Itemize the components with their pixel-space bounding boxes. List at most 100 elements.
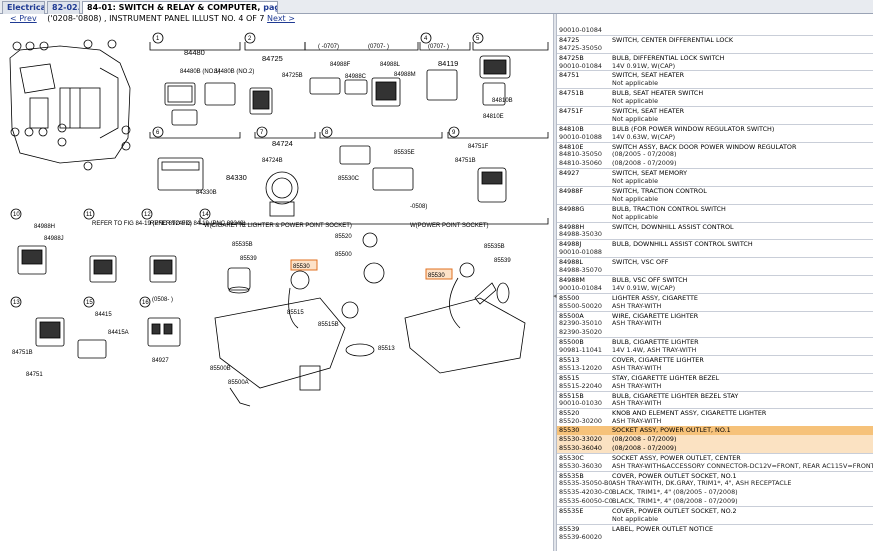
callout-84751f[interactable]: 84751F bbox=[468, 144, 489, 150]
callout-85530c[interactable]: 85530C bbox=[338, 176, 360, 182]
part-detail-row[interactable]: 85530-33020 (08/2008 - 07/2009) bbox=[557, 434, 873, 444]
part-row[interactable]: 85530 SOCKET ASSY, POWER OUTLET, NO.1 bbox=[557, 426, 873, 435]
callout-84724b[interactable]: 84724B bbox=[262, 158, 283, 164]
part-row[interactable]: 85500B BULB, CIGARETTE LIGHTER bbox=[557, 337, 873, 346]
part-row[interactable]: 84751 SWITCH, SEAT HEATER bbox=[557, 70, 873, 79]
callout-84810b[interactable]: 84810B bbox=[492, 98, 513, 104]
part-detail-row[interactable]: 85535-35050-B0 ASH TRAY-WITH, DK.GRAY, TR… bbox=[557, 479, 873, 488]
part-detail-row[interactable]: 82390-35020 bbox=[557, 328, 873, 337]
part-detail-row[interactable]: 90010-01084 14V 0.91W, W(CAP) bbox=[557, 284, 873, 293]
part-row[interactable]: 84927 SWITCH, SEAT MEMORY bbox=[557, 168, 873, 177]
part-detail-row[interactable]: 85535-42030-C0 BLACK, TRIM1*, 4" (08/2005… bbox=[557, 488, 873, 497]
part-row[interactable]: 85500A WIRE, CIGARETTE LIGHTER bbox=[557, 310, 873, 319]
part-detail-row[interactable]: 85539-60020 bbox=[557, 533, 873, 542]
part-detail-row[interactable]: 85500-50020 ASH TRAY-WITH bbox=[557, 302, 873, 311]
callout-84988f[interactable]: 84988F bbox=[330, 62, 351, 68]
part-detail-row[interactable]: 84725-35050 bbox=[557, 44, 873, 53]
part-detail-row[interactable]: 90010-01030 ASH TRAY-WITH bbox=[557, 399, 873, 408]
part-detail-row[interactable]: 85520-30200 ASH TRAY-WITH bbox=[557, 417, 873, 426]
part-detail-row[interactable]: 85513-12020 ASH TRAY-WITH bbox=[557, 364, 873, 373]
part-detail-row[interactable]: Not applicable bbox=[557, 115, 873, 124]
callout-85535e[interactable]: 85535E bbox=[394, 150, 415, 156]
callout-84725b[interactable]: 84725B bbox=[282, 73, 303, 79]
part-row[interactable]: 84988G BULB, TRACTION CONTROL SWITCH bbox=[557, 203, 873, 213]
part-row[interactable]: 84810E SWITCH ASSY, BACK DOOR POWER WINDO… bbox=[557, 141, 873, 150]
part-row[interactable]: 84751B BULB, SEAT HEATER SWITCH bbox=[557, 88, 873, 97]
part-row[interactable]: 84988L SWITCH, VSC OFF bbox=[557, 257, 873, 266]
part-detail-row[interactable]: 90010-01084 bbox=[557, 26, 873, 35]
part-detail-row[interactable]: Not applicable bbox=[557, 97, 873, 106]
callout-84480[interactable]: 84480 bbox=[184, 48, 205, 57]
callout-84988m[interactable]: 84988M bbox=[394, 72, 416, 78]
part-detail-row[interactable]: 84988-35030 bbox=[557, 230, 873, 239]
callout-85500b[interactable]: 85500B bbox=[210, 366, 231, 372]
part-detail-row[interactable]: Not applicable bbox=[557, 213, 873, 222]
callout-85539-b[interactable]: 85539 bbox=[494, 258, 511, 264]
part-row[interactable]: 84725 SWITCH, CENTER DIFFERENTIAL LOCK bbox=[557, 34, 873, 44]
prev-link[interactable]: < Prev bbox=[10, 14, 37, 23]
callout-84927[interactable]: 84927 bbox=[152, 358, 169, 364]
callout-84724[interactable]: 84724 bbox=[272, 139, 293, 148]
callout-84988j[interactable]: 84988J bbox=[44, 236, 64, 242]
tab-84-01-active[interactable]: 84-01: SWITCH & RELAY & COMPUTER, page 4… bbox=[82, 1, 278, 14]
callout-85513[interactable]: 85513 bbox=[378, 346, 395, 352]
part-detail-row[interactable]: 85535-60050-C0 BLACK, TRIM1*, 4" (08/2008… bbox=[557, 497, 873, 506]
part-detail-row[interactable]: Not applicable bbox=[557, 515, 873, 524]
callout-85520[interactable]: 85520 bbox=[335, 234, 352, 240]
callout-84810e[interactable]: 84810E bbox=[483, 114, 504, 120]
part-detail-row[interactable]: 85515-22040 ASH TRAY-WITH bbox=[557, 382, 873, 391]
part-detail-row[interactable]: 84810-35060 (08/2008 - 07/2009) bbox=[557, 159, 873, 168]
part-detail-row[interactable]: 85530-36030 ASH TRAY-WITH&ACCESSORY CONNE… bbox=[557, 462, 873, 471]
part-detail-row[interactable]: 90010-01084 14V 0.91W, W(CAP) bbox=[557, 62, 873, 71]
callout-85500[interactable]: 85500 bbox=[335, 252, 352, 258]
part-row[interactable]: 84988F SWITCH, TRACTION CONTROL bbox=[557, 186, 873, 195]
callout-84751[interactable]: 84751 bbox=[26, 372, 43, 378]
tab-electrical[interactable]: Electrical bbox=[2, 1, 45, 14]
tab-82-02[interactable]: 82-02.. bbox=[47, 1, 80, 14]
callout-85515[interactable]: 85515 bbox=[287, 310, 304, 316]
part-row[interactable]: 85539 LABEL, POWER OUTLET NOTICE bbox=[557, 523, 873, 533]
part-row[interactable]: 85530C SOCKET ASSY, POWER OUTLET, CENTER bbox=[557, 452, 873, 462]
part-row[interactable]: 84988H SWITCH, DOWNHILL ASSIST CONTROL bbox=[557, 221, 873, 230]
next-link[interactable]: Next > bbox=[267, 14, 295, 23]
part-detail-row[interactable]: Not applicable bbox=[557, 79, 873, 88]
callout-85535b-a[interactable]: 85535B bbox=[232, 242, 253, 248]
callout-84988l[interactable]: 84988L bbox=[380, 62, 401, 68]
callout-84751b-a[interactable]: 84751B bbox=[455, 158, 476, 164]
callout-84751b-b[interactable]: 84751B bbox=[12, 350, 33, 356]
part-row[interactable]: 85513 COVER, CIGARETTE LIGHTER bbox=[557, 354, 873, 364]
part-detail-row[interactable]: 90010-01088 14V 0.63W, W(CAP) bbox=[557, 133, 873, 142]
callout-84330b[interactable]: 84330B bbox=[196, 190, 217, 196]
part-detail-row[interactable]: 84988-35070 bbox=[557, 266, 873, 275]
part-detail-row[interactable]: 85530-36040 (08/2008 - 07/2009) bbox=[557, 443, 873, 453]
part-row[interactable]: 84988M BULB, VSC OFF SWITCH bbox=[557, 274, 873, 284]
callout-85530-highlight-b[interactable]: 85530 bbox=[428, 273, 445, 279]
page-indicator[interactable]: page 4 of 8... bbox=[263, 3, 277, 12]
callout-85515b[interactable]: 85515B bbox=[318, 322, 339, 328]
parts-illustration[interactable]: 1245 6789 10 11 12 14 13 15 16 84480 84480B (… bbox=[0, 28, 553, 551]
callout-84415a[interactable]: 84415A bbox=[108, 330, 129, 336]
callout-85539-a[interactable]: 85539 bbox=[240, 256, 257, 262]
callout-84415[interactable]: 84415 bbox=[95, 312, 112, 318]
part-row[interactable]: 84988J BULB, DOWNHILL ASSIST CONTROL SWIT… bbox=[557, 239, 873, 248]
part-detail-row[interactable]: 90010-01088 bbox=[557, 248, 873, 257]
part-row[interactable]: 85535E COVER, POWER OUTLET SOCKET, NO.2 bbox=[557, 506, 873, 515]
part-row[interactable]: 85535B COVER, POWER OUTLET SOCKET, NO.1 bbox=[557, 470, 873, 479]
part-detail-row[interactable]: 82390-35010 ASH TRAY-WITH bbox=[557, 319, 873, 328]
part-row[interactable]: 85500 LIGHTER ASSY, CIGARETTE bbox=[557, 292, 873, 302]
part-row[interactable]: 84810B BULB (FOR POWER WINDOW REGULATOR S… bbox=[557, 123, 873, 133]
callout-84988h[interactable]: 84988H bbox=[34, 224, 55, 230]
part-detail-row[interactable]: Not applicable bbox=[557, 177, 873, 186]
callout-84330[interactable]: 84330 bbox=[226, 173, 247, 182]
callout-85535b-b[interactable]: 85535B bbox=[484, 244, 505, 250]
callout-85530-highlight-a[interactable]: 85530 bbox=[293, 264, 310, 270]
splitter-grip-icon[interactable]: ◂ bbox=[553, 292, 557, 300]
part-row[interactable]: 84751F SWITCH, SEAT HEATER bbox=[557, 106, 873, 115]
callout-84725[interactable]: 84725 bbox=[262, 54, 283, 63]
part-detail-row[interactable]: 90981-11041 14V 1.4W, ASH TRAY-WITH bbox=[557, 346, 873, 355]
callout-84119[interactable]: 84119 bbox=[438, 59, 458, 68]
callout-84988c[interactable]: 84988C bbox=[345, 74, 367, 80]
part-row[interactable]: 85515B BULB, CIGARETTE LIGHTER BEZEL STAY bbox=[557, 390, 873, 399]
callout-85500a[interactable]: 85500A bbox=[228, 380, 249, 386]
part-detail-row[interactable]: Not applicable bbox=[557, 195, 873, 204]
